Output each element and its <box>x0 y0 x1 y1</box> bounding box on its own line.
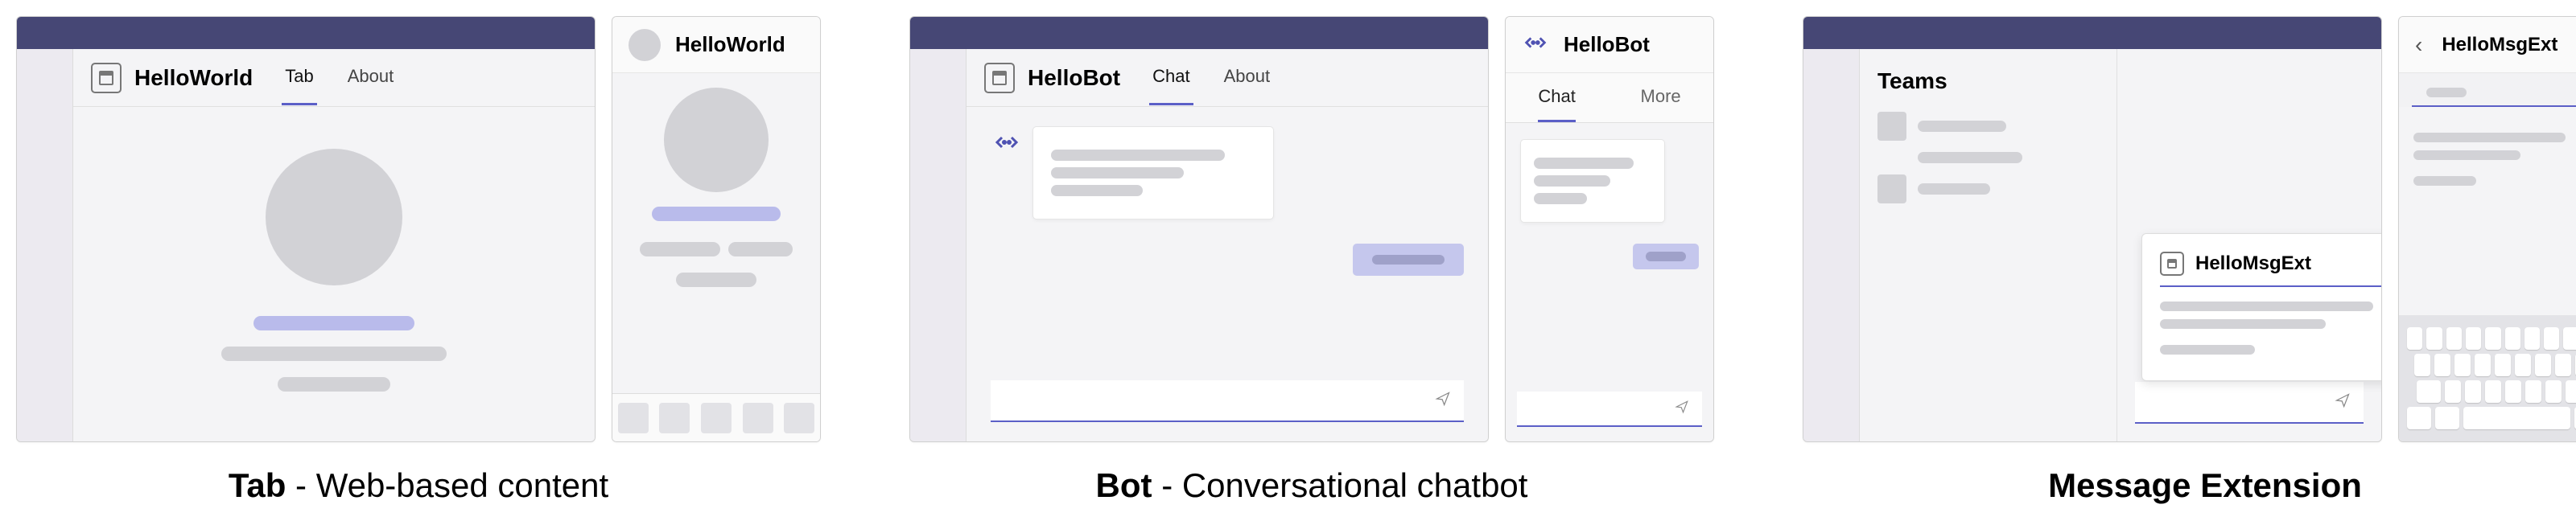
channel-item[interactable] <box>1877 112 2099 141</box>
caption-bot: Bot - Conversational chatbot <box>1096 466 1528 505</box>
send-icon[interactable] <box>1675 400 1689 418</box>
app-icon <box>984 63 1015 93</box>
placeholder-avatar <box>266 149 402 285</box>
placeholder-line <box>2160 319 2326 329</box>
mobile-keyboard[interactable] <box>2399 315 2576 441</box>
app-name: HelloWorld <box>134 65 253 91</box>
tab-desktop-frame: HelloWorld Tab About <box>16 16 596 442</box>
caption-tab: Tab - Web-based content <box>229 466 608 505</box>
caption-msgext: Message Extension <box>2048 466 2362 505</box>
mobile-title: HelloWorld <box>675 32 785 57</box>
msgext-main: HelloMsgExt <box>2117 49 2381 441</box>
placeholder-line <box>2413 133 2566 142</box>
send-icon[interactable] <box>2335 392 2351 412</box>
mobile-header: HelloWorld <box>612 17 820 73</box>
placeholder-line <box>652 207 781 221</box>
section-tab: HelloWorld Tab About <box>16 16 821 505</box>
placeholder-line <box>2413 150 2520 160</box>
mobile-bottom-nav[interactable] <box>612 393 820 441</box>
placeholder-line <box>1918 183 1990 195</box>
placeholder-line <box>676 273 756 287</box>
placeholder-avatar <box>664 88 769 192</box>
placeholder-line <box>1918 121 2006 132</box>
mobile-header: HelloBot <box>1506 17 1713 73</box>
bot-icon <box>1522 29 1549 60</box>
placeholder-line <box>2413 176 2476 186</box>
send-icon[interactable] <box>1435 391 1451 411</box>
nav-item[interactable] <box>618 403 649 433</box>
tab-chat[interactable]: Chat <box>1149 50 1193 105</box>
msgext-popup[interactable]: HelloMsgExt <box>2141 233 2382 381</box>
mobile-title: HelloBot <box>1564 32 1650 57</box>
tab-primary[interactable]: Tab <box>282 50 316 105</box>
user-reply <box>1353 244 1464 276</box>
app-icon <box>91 63 122 93</box>
tab-about[interactable]: About <box>344 50 398 105</box>
left-rail <box>17 49 73 441</box>
app-name: HelloBot <box>1028 65 1120 91</box>
mobile-tab-more[interactable]: More <box>1641 73 1681 122</box>
section-msgext: Teams <box>1803 16 2576 505</box>
channel-icon <box>1877 174 1906 203</box>
bot-desktop-frame: HelloBot Chat About <box>909 16 1489 442</box>
popup-title: HelloMsgExt <box>2195 252 2311 275</box>
compose-box[interactable] <box>1517 392 1702 427</box>
nav-item[interactable] <box>659 403 690 433</box>
tab-about[interactable]: About <box>1221 50 1274 105</box>
channel-item[interactable] <box>1877 174 2099 203</box>
nav-item[interactable] <box>701 403 732 433</box>
window-titlebar <box>1803 17 2381 49</box>
bot-message <box>1520 139 1665 223</box>
user-reply <box>1633 244 1699 269</box>
placeholder-line <box>278 377 390 392</box>
app-header: HelloBot Chat About <box>967 49 1488 107</box>
bot-icon <box>991 126 1023 158</box>
placeholder-line <box>2160 345 2255 355</box>
compose-box[interactable] <box>991 380 1464 422</box>
sidebar-title: Teams <box>1877 68 2099 94</box>
avatar-icon <box>629 29 661 61</box>
app-header: HelloWorld Tab About <box>73 49 595 107</box>
bot-message <box>1032 126 1274 219</box>
compose-box[interactable] <box>2135 382 2364 424</box>
teams-sidebar: Teams <box>1860 49 2117 441</box>
msgext-mobile-frame: ‹ HelloMsgExt <box>2398 16 2576 442</box>
mobile-header: ‹ HelloMsgExt <box>2399 17 2576 73</box>
placeholder-line <box>640 242 720 256</box>
nav-item[interactable] <box>743 403 773 433</box>
tab-mobile-frame: HelloWorld <box>612 16 821 442</box>
section-bot: HelloBot Chat About <box>909 16 1714 505</box>
mobile-title: HelloMsgExt <box>2442 34 2557 56</box>
channel-icon <box>1877 112 1906 141</box>
subchannel-item[interactable] <box>1877 152 2099 163</box>
back-icon[interactable]: ‹ <box>2415 32 2422 58</box>
placeholder-line <box>2426 88 2467 97</box>
bot-mobile-frame: HelloBot Chat More <box>1505 16 1714 442</box>
left-rail <box>1803 49 1860 441</box>
left-rail <box>910 49 967 441</box>
placeholder-line <box>221 347 447 361</box>
mobile-tabs: Chat More <box>1506 73 1713 123</box>
chat-area <box>967 107 1488 372</box>
mobile-tab-chat[interactable]: Chat <box>1538 73 1575 122</box>
placeholder-line <box>1918 152 2022 163</box>
window-titlebar <box>17 17 595 49</box>
placeholder-line <box>253 316 414 330</box>
placeholder-line <box>728 242 793 256</box>
app-icon <box>2160 252 2184 276</box>
window-titlebar <box>910 17 1488 49</box>
nav-item[interactable] <box>784 403 814 433</box>
msgext-desktop-frame: Teams <box>1803 16 2382 442</box>
placeholder-line <box>2160 302 2373 311</box>
tab-content <box>73 107 595 441</box>
